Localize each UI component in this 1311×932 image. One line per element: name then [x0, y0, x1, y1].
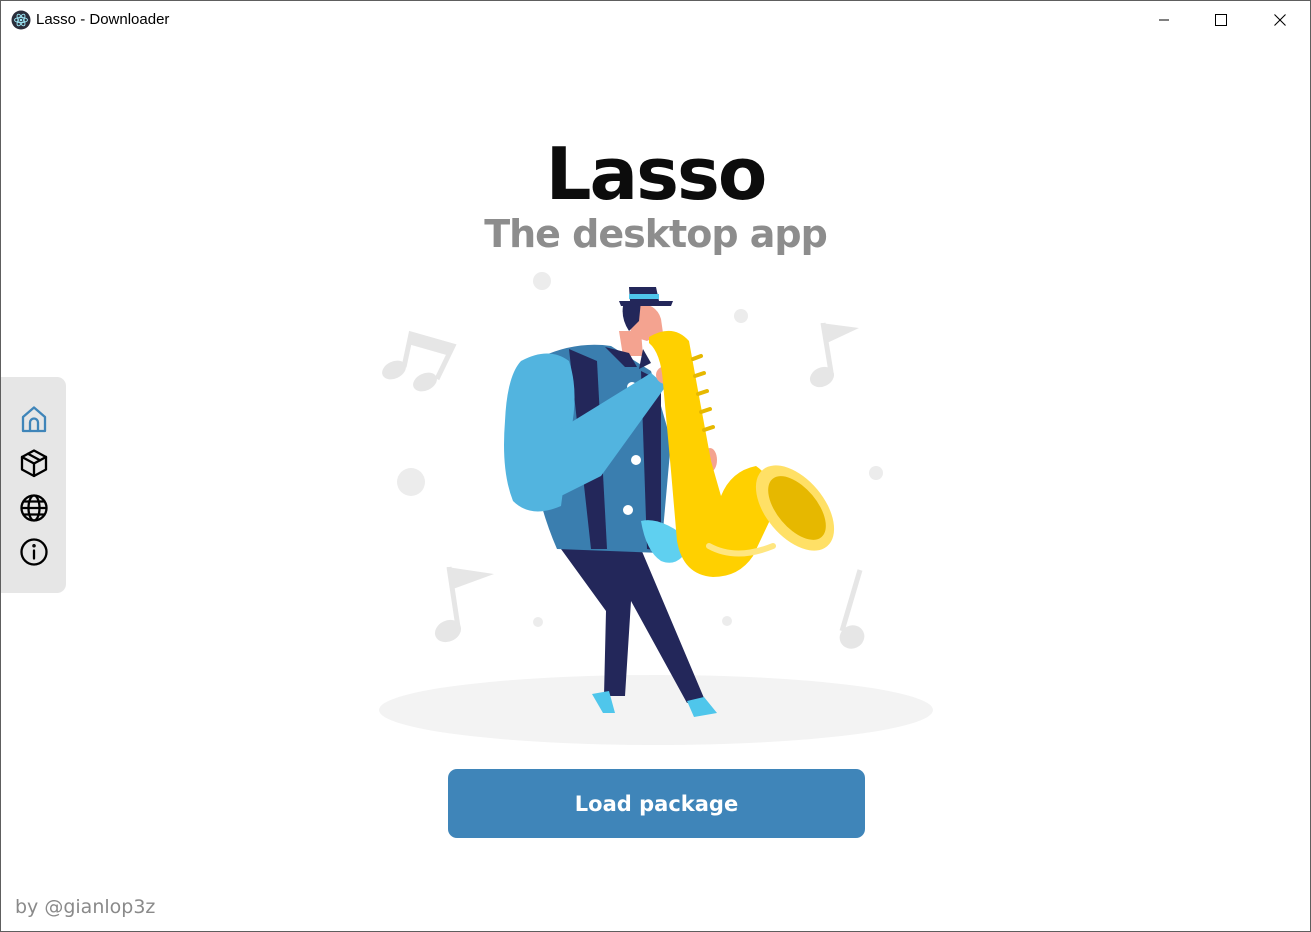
- music-note-icon: [839, 569, 865, 649]
- package-icon: [20, 449, 48, 478]
- floor-shadow: [379, 675, 933, 745]
- saxophone: [649, 330, 835, 577]
- globe-icon: [20, 494, 48, 522]
- sidebar-item-packages[interactable]: [18, 447, 50, 479]
- app-subtitle: The desktop app: [484, 212, 828, 256]
- close-icon: [1274, 13, 1286, 26]
- app-window: Lasso - Downloader Lasso The desktop app…: [0, 0, 1311, 932]
- minimize-icon: [1159, 19, 1169, 20]
- decor-dot: [533, 617, 543, 627]
- close-button[interactable]: [1257, 1, 1303, 38]
- title-bar[interactable]: Lasso - Downloader: [1, 1, 1310, 38]
- sidebar-item-web[interactable]: [18, 492, 50, 524]
- music-note-icon: [434, 566, 494, 643]
- music-note-icon: [382, 330, 457, 392]
- minimize-button[interactable]: [1141, 1, 1187, 38]
- window-title: Lasso - Downloader: [36, 11, 170, 28]
- decor-dot: [722, 616, 732, 626]
- electron-app-icon: [11, 10, 31, 30]
- home-icon: [21, 406, 47, 433]
- sidebar-item-home[interactable]: [18, 403, 50, 435]
- app-title: Lasso: [545, 132, 768, 216]
- author-credit: by @gianlop3z: [15, 896, 156, 918]
- maximize-icon: [1215, 13, 1227, 26]
- music-note-icon: [809, 322, 859, 388]
- maximize-button[interactable]: [1198, 1, 1244, 38]
- sidebar-nav: [1, 377, 66, 593]
- info-icon: [20, 538, 48, 566]
- decor-dot: [533, 272, 551, 290]
- load-package-button[interactable]: Load package: [448, 769, 865, 838]
- decor-dot: [397, 468, 425, 496]
- decor-dot: [734, 309, 748, 323]
- decor-dot: [869, 466, 883, 480]
- sidebar-item-info[interactable]: [18, 536, 50, 568]
- saxophone-player-illustration: [379, 272, 933, 745]
